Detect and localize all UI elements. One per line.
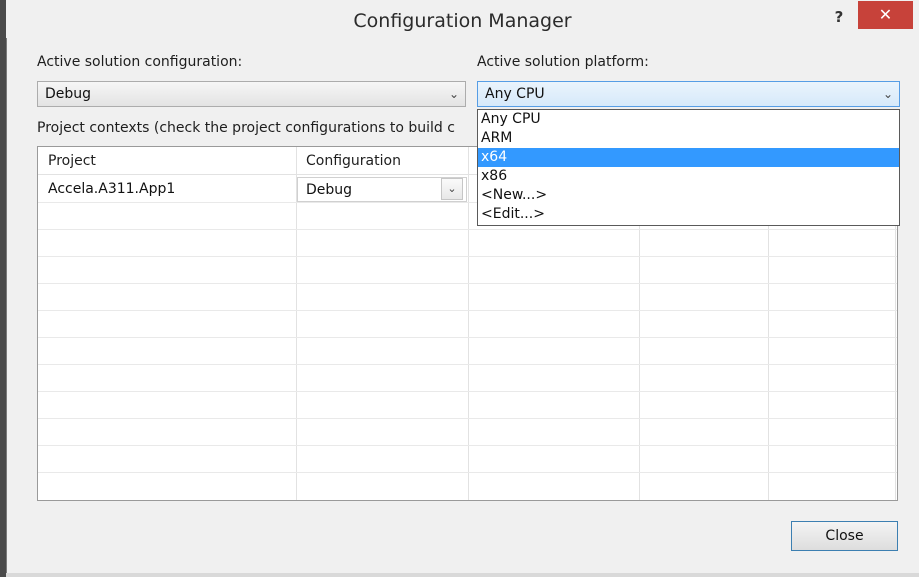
- platform-option-arm[interactable]: ARM: [478, 129, 899, 148]
- platform-option-any-cpu[interactable]: Any CPU: [478, 110, 899, 129]
- column-header-configuration[interactable]: Configuration: [296, 147, 468, 175]
- project-name-cell[interactable]: Accela.A311.App1: [48, 176, 175, 202]
- dialog-title: Configuration Manager: [353, 10, 572, 32]
- row-divider: [38, 391, 897, 392]
- row-divider: [38, 256, 897, 257]
- window-bottom-border: [6, 573, 919, 577]
- chevron-down-icon[interactable]: ⌄: [441, 178, 463, 200]
- column-header-project[interactable]: Project: [38, 147, 296, 175]
- solution-configuration-label: Active solution configuration:: [37, 54, 243, 70]
- row-divider: [38, 310, 897, 311]
- project-contexts-label: Project contexts (check the project conf…: [37, 120, 455, 136]
- close-button[interactable]: Close: [791, 521, 898, 551]
- row-divider: [38, 364, 897, 365]
- row-divider: [38, 445, 897, 446]
- solution-configuration-select[interactable]: Debug ⌄: [37, 81, 466, 107]
- column-divider: [468, 147, 469, 500]
- solution-platform-value: Any CPU: [485, 86, 545, 102]
- chevron-down-icon: ⌄: [448, 87, 459, 101]
- window-close-button[interactable]: ✕: [858, 1, 913, 29]
- help-button[interactable]: ?: [826, 7, 852, 29]
- solution-platform-label: Active solution platform:: [477, 54, 649, 70]
- row-divider: [38, 472, 897, 473]
- platform-dropdown-list: Any CPU ARM x64 x86 <New...> <Edit...>: [477, 109, 900, 226]
- solution-configuration-value: Debug: [45, 86, 92, 102]
- platform-option-x86[interactable]: x86: [478, 167, 899, 186]
- platform-option-edit[interactable]: <Edit...>: [478, 205, 899, 224]
- row-divider: [38, 229, 897, 230]
- row-divider: [38, 337, 897, 338]
- platform-option-x64[interactable]: x64: [478, 148, 899, 167]
- project-configuration-value: Debug: [306, 182, 353, 198]
- platform-option-new[interactable]: <New...>: [478, 186, 899, 205]
- solution-platform-select[interactable]: Any CPU ⌄: [477, 81, 900, 107]
- chevron-down-icon: ⌄: [882, 87, 893, 101]
- row-divider: [38, 418, 897, 419]
- project-configuration-select[interactable]: Debug ⌄: [297, 177, 467, 202]
- row-divider: [38, 283, 897, 284]
